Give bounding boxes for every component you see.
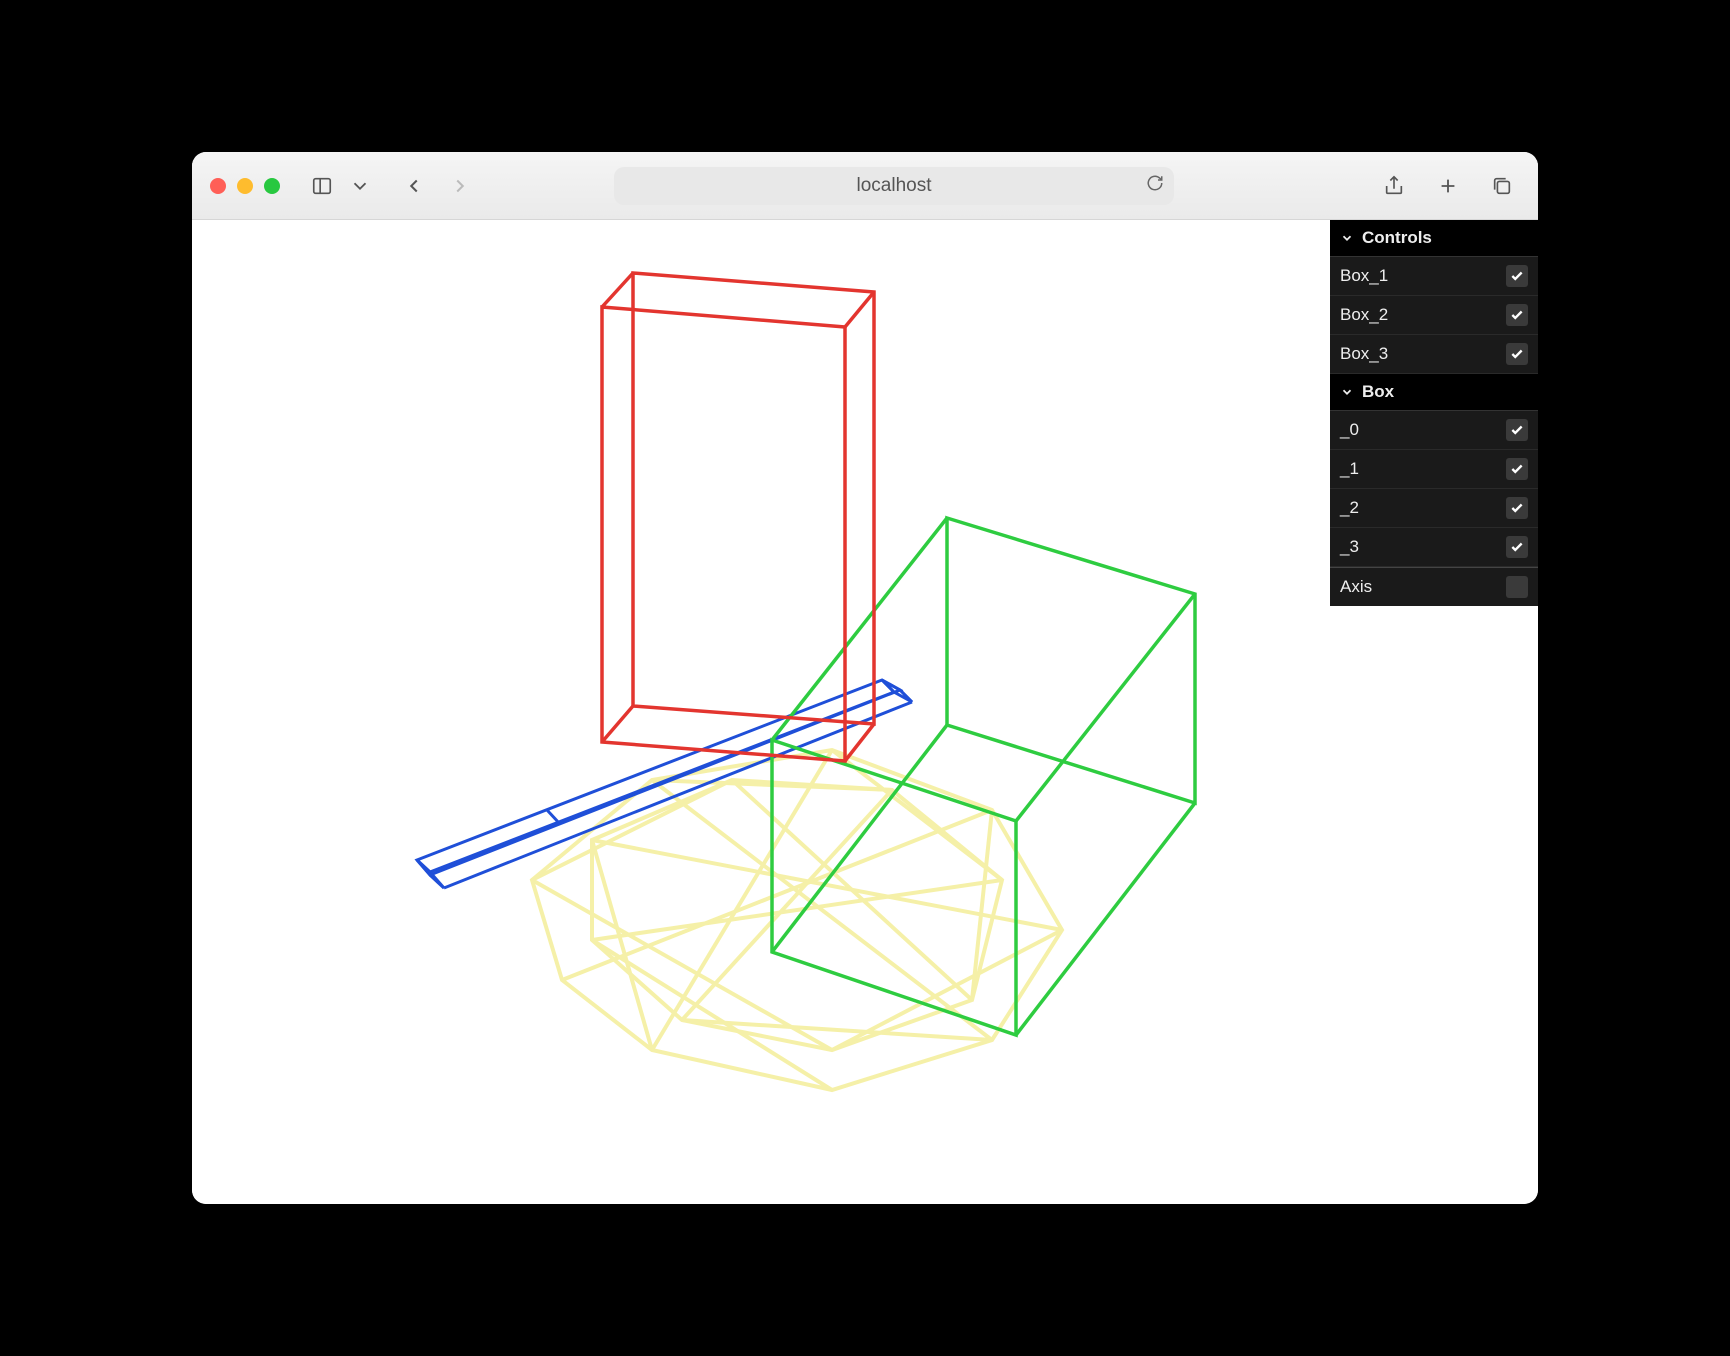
tab-group-dropdown[interactable] [342,168,378,204]
gui-row-box3: Box_3 [1330,335,1538,374]
window-controls [210,178,280,194]
gui-checkbox-axis[interactable] [1506,576,1528,598]
browser-window: localhost [192,152,1538,1204]
red-box [602,273,874,761]
gui-checkbox-box3[interactable] [1506,343,1528,365]
gui-checkbox-2[interactable] [1506,497,1528,519]
gui-folder-box[interactable]: Box [1330,374,1538,411]
gui-label: _1 [1340,459,1359,479]
back-button[interactable] [396,168,432,204]
close-window-button[interactable] [210,178,226,194]
chevron-down-icon [1340,385,1354,399]
blue-box [417,680,912,888]
gui-checkbox-1[interactable] [1506,458,1528,480]
gui-row-box2: Box_2 [1330,296,1538,335]
gui-folder-label: Box [1362,382,1394,402]
sidebar-toggle-button[interactable] [304,168,340,204]
gui-label: Box_3 [1340,344,1388,364]
forward-button[interactable] [442,168,478,204]
url-text: localhost [857,175,932,197]
reload-icon[interactable] [1146,174,1164,198]
gui-row-3: _3 [1330,528,1538,567]
new-tab-button[interactable] [1430,168,1466,204]
gui-checkbox-3[interactable] [1506,536,1528,558]
minimize-window-button[interactable] [237,178,253,194]
gui-folder-label: Controls [1362,228,1432,248]
gui-checkbox-box1[interactable] [1506,265,1528,287]
maximize-window-button[interactable] [264,178,280,194]
gui-label: Box_2 [1340,305,1388,325]
gui-label: Axis [1340,577,1372,597]
share-button[interactable] [1376,168,1412,204]
tabs-overview-button[interactable] [1484,168,1520,204]
gui-row-1: _1 [1330,450,1538,489]
gui-label: _2 [1340,498,1359,518]
titlebar: localhost [192,152,1538,220]
gui-label: _0 [1340,420,1359,440]
gui-folder-controls[interactable]: Controls [1330,220,1538,257]
address-bar[interactable]: localhost [614,167,1174,205]
gui-row-2: _2 [1330,489,1538,528]
gui-label: Box_1 [1340,266,1388,286]
gui-row-box1: Box_1 [1330,257,1538,296]
chevron-down-icon [1340,231,1354,245]
gui-panel: Controls Box_1 Box_2 Box_3 Box _0 [1330,220,1538,606]
page-content: Controls Box_1 Box_2 Box_3 Box _0 [192,220,1538,1204]
gui-label: _3 [1340,537,1359,557]
gui-checkbox-0[interactable] [1506,419,1528,441]
gui-row-0: _0 [1330,411,1538,450]
gui-row-axis: Axis [1330,568,1538,606]
gui-checkbox-box2[interactable] [1506,304,1528,326]
